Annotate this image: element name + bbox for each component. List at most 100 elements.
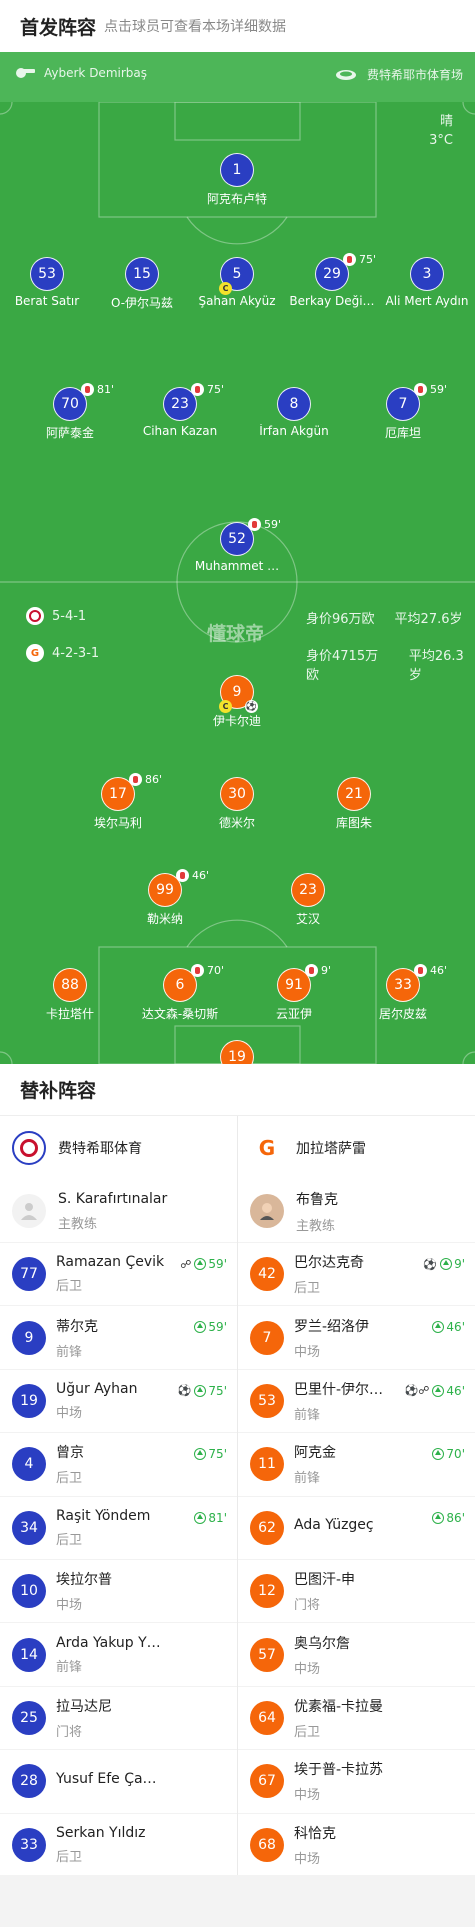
sub-off-icon (305, 964, 318, 977)
sub-player-name: Raşit Yöndem (56, 1507, 151, 1524)
sub-player-row[interactable]: 4 曾京 后卫 75' (0, 1432, 237, 1495)
player-number: 5C (219, 257, 254, 295)
whistle-icon (16, 68, 35, 78)
sub-player-row[interactable]: 7 罗兰-绍洛伊 中场 46' (238, 1305, 475, 1368)
sub-player-row[interactable]: 34 Raşit Yöndem 后卫 81' (0, 1495, 237, 1559)
player-number: 23 (291, 873, 325, 907)
player-number: 88 (53, 968, 87, 1002)
player-name: 云亚伊 (275, 1007, 312, 1021)
venue-name: 费特希耶市体育场 (366, 68, 463, 82)
home-player[interactable]: 8 İrfan Akgün (239, 387, 349, 438)
sub-player-name: Yusuf Efe Ça… (56, 1770, 157, 1787)
home-player[interactable]: 29 Berkay Deği… 75' (277, 253, 387, 308)
home-formation: 5-4-1 (26, 607, 86, 625)
sub-player-row[interactable]: 77 Ramazan Çevik 后卫 ☍ 59' (0, 1242, 237, 1305)
sub-player-row[interactable]: 64 优素福-卡拉曼 后卫 (238, 1685, 475, 1749)
sub-player-row[interactable]: 14 Arda Yakup Y… 前锋 (0, 1622, 237, 1685)
home-coach[interactable]: S. Karafırtınalar 主教练 (0, 1180, 237, 1242)
home-subs-team[interactable]: 费特希耶体育 (0, 1116, 237, 1180)
substitution-indicator: 46' (414, 964, 447, 977)
away-player[interactable]: 23 艾汉 (253, 873, 363, 927)
sub-time: 86' (145, 773, 163, 786)
away-formation: G 4-2-3-1 (26, 644, 99, 662)
sub-player-row[interactable]: 9 蒂尔克 前锋 59' (0, 1305, 237, 1368)
home-player[interactable]: 23 Cihan Kazan 75' (125, 383, 235, 438)
home-player[interactable]: 15 O-伊尔马兹 (87, 257, 197, 311)
sub-player-row[interactable]: 53 巴里什-伊尔… 前锋 ⚽☍ 46' (238, 1368, 475, 1432)
home-value-row: 身价96万欧 平均27.6岁 (306, 608, 463, 627)
sub-on-icon (440, 1258, 453, 1270)
stadium-icon (335, 69, 356, 80)
sub-off-icon (129, 773, 142, 786)
sub-player-name: Ada Yüzgeç (294, 1517, 374, 1534)
sub-player-number: 9 (12, 1320, 46, 1355)
sub-player-number: 11 (250, 1447, 284, 1482)
sub-player-name: 巴里什-伊尔… (294, 1381, 384, 1398)
away-subs-column: G 加拉塔萨雷 布鲁克 主教练 42 巴尔达克奇 后卫 ⚽ 9' 7 罗兰-绍洛伊 中场 46'… (237, 1116, 475, 1876)
home-player[interactable]: 7 厄库坦 59' (348, 383, 458, 441)
player-name: 阿克布卢特 (206, 192, 267, 206)
sub-player-name: Uğur Ayhan (56, 1380, 138, 1397)
home-player[interactable]: 70 阿萨泰金 81' (15, 383, 125, 441)
sub-player-number: 28 (12, 1764, 46, 1799)
sub-player-row[interactable]: 19 Uğur Ayhan 中场 ⚽ 75' (0, 1368, 237, 1432)
away-player[interactable]: 99 勒米纳 46' (110, 869, 220, 927)
away-subs-team[interactable]: G 加拉塔萨雷 (238, 1116, 475, 1180)
away-player[interactable]: 91 云亚伊 9' (239, 964, 349, 1022)
lineup-header: 首发阵容 点击球员可查看本场详细数据 (0, 0, 475, 52)
substitution-indicator: 70' (191, 964, 224, 977)
sub-player-row[interactable]: 10 埃拉尔普 中场 (0, 1558, 237, 1622)
sub-player-row[interactable]: 42 巴尔达克奇 后卫 ⚽ 9' (238, 1242, 475, 1305)
away-player[interactable]: 19居文茨 (182, 1040, 292, 1064)
sub-player-number: 67 (250, 1764, 284, 1799)
player-number: 8 (277, 387, 311, 421)
player-name: 居尔皮兹 (378, 1007, 427, 1021)
sub-player-row[interactable]: 33 Serkan Yıldız 后卫 (0, 1812, 237, 1876)
home-player[interactable]: 3 Ali Mert Aydın (372, 257, 475, 308)
player-name: Ali Mert Aydın (385, 294, 469, 308)
away-player[interactable]: 88 卡拉塔什 (15, 968, 125, 1022)
referee: Ayberk Demirbaş (14, 66, 147, 80)
sub-time: 46' (430, 964, 448, 977)
sub-player-row[interactable]: 67 埃于普-卡拉苏 中场 (238, 1749, 475, 1812)
sub-player-number: 12 (250, 1574, 284, 1609)
substitution-indicator: 9' (305, 964, 331, 977)
away-team-badge-icon: G (258, 1136, 276, 1160)
sub-player-row[interactable]: 28 Yusuf Efe Ça… (0, 1749, 237, 1812)
home-team-logo (26, 607, 44, 625)
sub-player-row[interactable]: 62 Ada Yüzgeç 86' (238, 1495, 475, 1559)
sub-player-name: 巴尔达克奇 (294, 1255, 364, 1272)
home-player[interactable]: 1 阿克布卢特 (182, 153, 292, 207)
ball-icon: ⚽ (245, 700, 258, 713)
away-player[interactable]: 6 达文森-桑切斯 70' (125, 964, 235, 1022)
subs-list: 费特希耶体育 S. Karafırtınalar 主教练 77 Ramazan Ç… (0, 1116, 475, 1876)
away-coach[interactable]: 布鲁克 主教练 (238, 1180, 475, 1242)
sub-player-position: 后卫 (56, 1532, 83, 1548)
sub-player-row[interactable]: 11 阿克金 前锋 70' (238, 1432, 475, 1495)
captain-badge: C (219, 282, 232, 295)
sub-event: 59' (194, 1320, 227, 1334)
home-team-badge-icon (12, 1131, 46, 1165)
sub-off-icon (191, 964, 204, 977)
sub-player-row[interactable]: 68 科恰克 中场 (238, 1812, 475, 1876)
sub-player-row[interactable]: 12 巴图汗-申 门将 (238, 1558, 475, 1622)
away-player[interactable]: 30 德米尔 (182, 777, 292, 831)
sub-event: 70' (432, 1447, 465, 1461)
sub-player-row[interactable]: 57 奥乌尔詹 中场 (238, 1622, 475, 1685)
away-player[interactable]: 17 埃尔马利 86' (63, 773, 173, 831)
sub-player-position: 中场 (56, 1405, 83, 1421)
away-player[interactable]: 21 库图朱 (299, 777, 409, 831)
home-player[interactable]: 5 C Şahan Akyüz (182, 257, 292, 308)
sub-player-number: 25 (12, 1700, 46, 1735)
sub-event: 86' (432, 1511, 465, 1525)
away-player[interactable]: 33 居尔皮兹 46' (348, 964, 458, 1022)
home-player[interactable]: 52 Muhammet … 59' (182, 518, 292, 573)
away-player[interactable]: 9 C ⚽ 伊卡尔迪 (182, 675, 292, 729)
sub-player-number: 14 (12, 1637, 46, 1672)
sub-player-row[interactable]: 25 拉马达尼 门将 (0, 1685, 237, 1749)
sub-player-position: 前锋 (56, 1344, 83, 1360)
sub-player-number: 10 (12, 1574, 46, 1609)
player-number: 21 (337, 777, 371, 811)
player-name: 埃尔马利 (93, 816, 142, 830)
sub-time: 70' (207, 964, 225, 977)
